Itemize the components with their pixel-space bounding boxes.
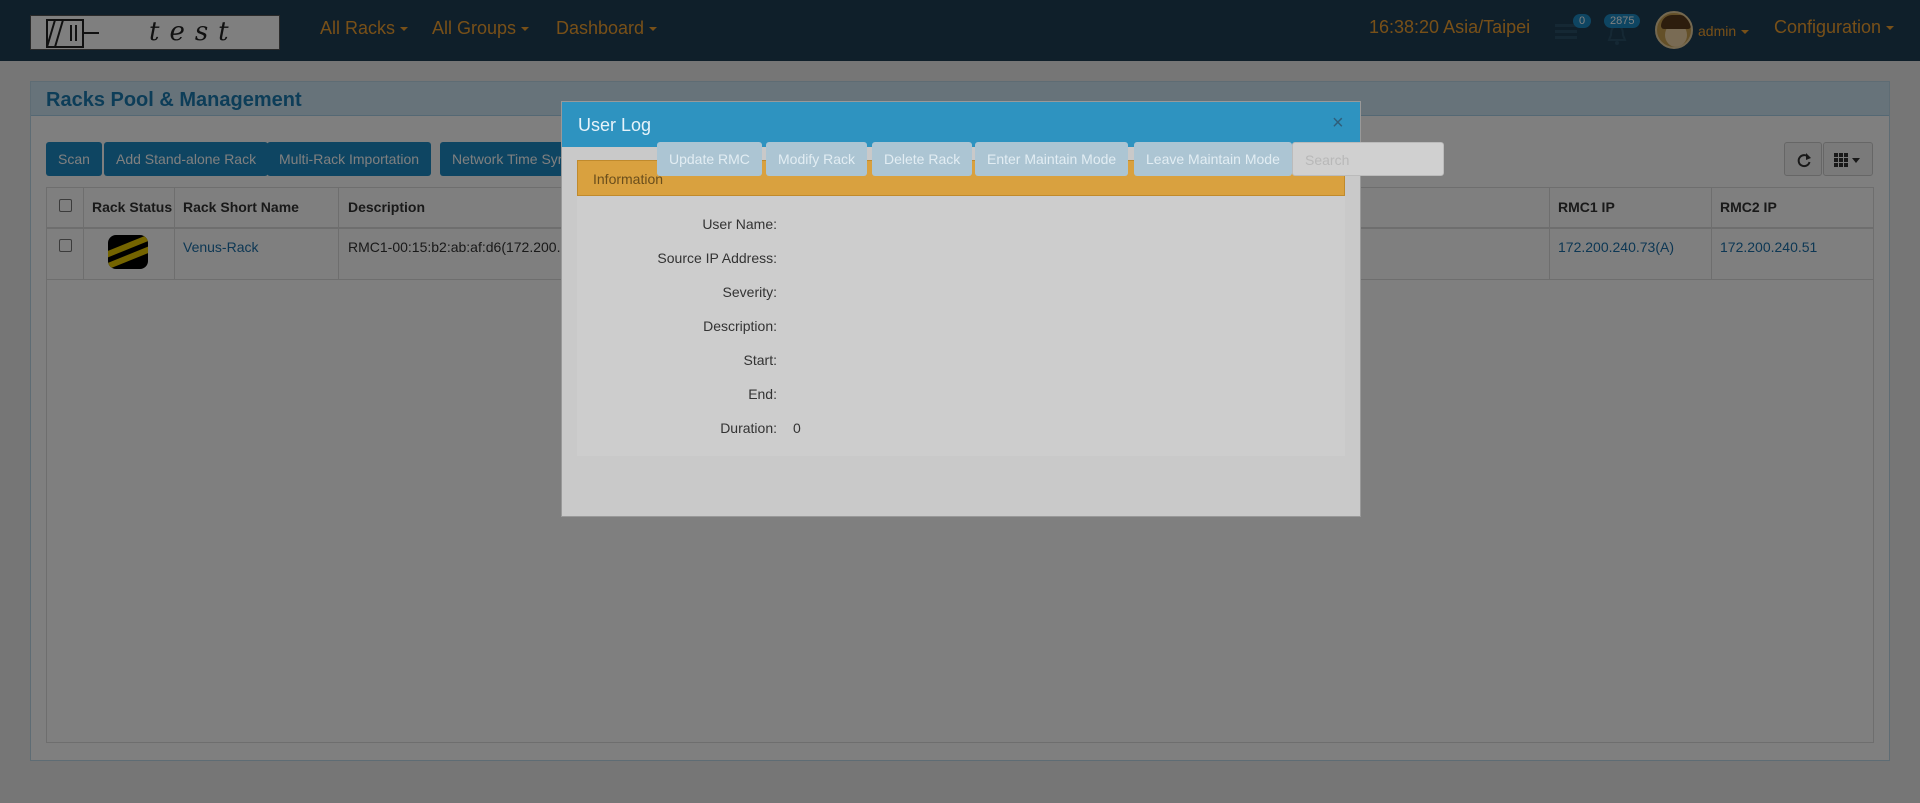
duration-value: 0 [793,420,801,436]
user-name-label: User Name: [702,216,777,232]
information-label: Information [593,171,664,187]
duration-label: Duration: [720,420,777,436]
enter-maintain-mode-button[interactable]: Enter Maintain Mode [975,142,1129,176]
modal-title: User Log [578,115,652,135]
end-label: End: [748,386,777,402]
information-body: User Name: Source IP Address: Severity: … [577,196,1345,456]
modal-header: User Log × [562,102,1360,147]
update-rmc-button[interactable]: Update RMC [657,142,762,176]
leave-maintain-mode-button[interactable]: Leave Maintain Mode [1134,142,1292,176]
source-ip-label: Source IP Address: [657,250,777,266]
delete-rack-button[interactable]: Delete Rack [872,142,973,176]
modify-rack-button[interactable]: Modify Rack [766,142,868,176]
search-input[interactable]: Search [1292,142,1444,176]
severity-label: Severity: [722,284,777,300]
start-label: Start: [743,352,777,368]
description-label: Description: [703,318,777,334]
close-icon[interactable]: × [1332,112,1344,135]
